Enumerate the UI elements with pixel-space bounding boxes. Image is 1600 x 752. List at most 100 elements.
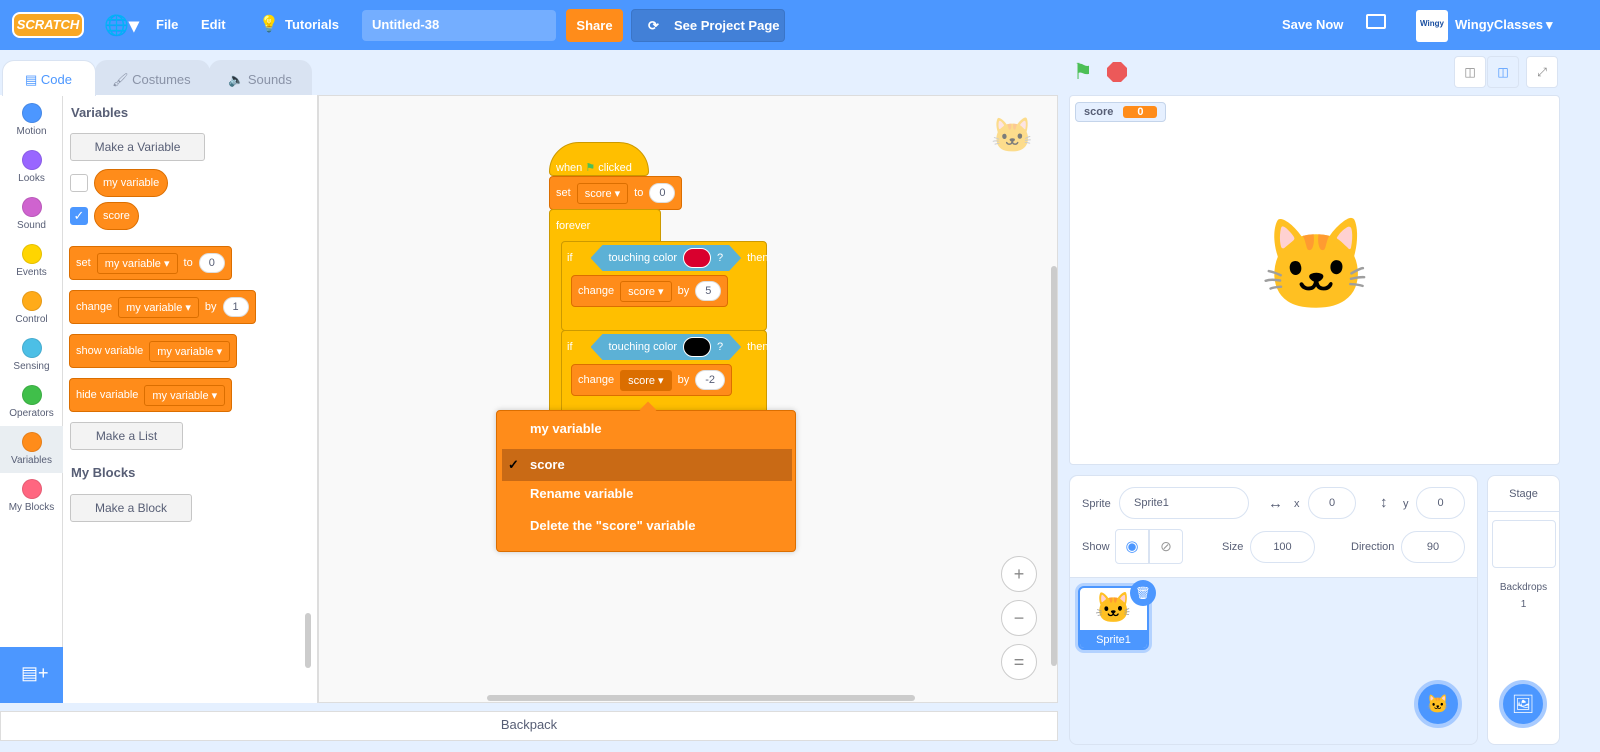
- backpack[interactable]: Backpack: [0, 711, 1058, 741]
- save-now-button[interactable]: Save Now: [1282, 17, 1343, 32]
- variable-dropdown[interactable]: score: [576, 182, 629, 204]
- edit-menu[interactable]: Edit: [201, 17, 226, 32]
- category-motion[interactable]: Motion: [0, 97, 63, 144]
- variable-dropdown[interactable]: my variable: [144, 384, 226, 406]
- category-dot: [21, 432, 42, 452]
- set-score-block[interactable]: set scoreto 0: [549, 176, 683, 210]
- y-input[interactable]: 0: [1416, 487, 1465, 519]
- variable-dropdown[interactable]: my variable: [96, 252, 178, 274]
- make-block-button[interactable]: Make a Block: [70, 494, 192, 522]
- script-area[interactable]: 🐱 when ⚑ clicked setscoreto0 forever if …: [318, 95, 1058, 703]
- value-input[interactable]: 5: [695, 281, 722, 301]
- tab-label: Sounds: [247, 72, 292, 87]
- horizontal-scrollbar[interactable]: [487, 695, 915, 701]
- normal-stage-button[interactable]: ◫: [1487, 56, 1519, 88]
- code-icon: ▤: [25, 72, 38, 87]
- menu-item-rename-variable[interactable]: Rename variable: [502, 478, 792, 510]
- stage[interactable]: score 0 🐱: [1069, 95, 1560, 465]
- color-swatch[interactable]: [683, 337, 711, 357]
- touching-color-block[interactable]: touching color?: [591, 245, 742, 271]
- touching-color-block[interactable]: touching color?: [591, 334, 742, 360]
- score-reporter[interactable]: score: [94, 202, 139, 230]
- stage-title: Stage: [1488, 476, 1559, 512]
- show-visible-eye-icon[interactable]: ◉: [1115, 529, 1149, 564]
- change-score-block[interactable]: change scoreby 5: [571, 275, 729, 307]
- hide-variable-block[interactable]: hide variable my variable: [69, 378, 233, 412]
- scratch-logo[interactable]: SCRATCH: [12, 12, 84, 38]
- variable-dropdown[interactable]: my variable: [118, 296, 199, 318]
- set-variable-block[interactable]: set my variable to 0: [69, 246, 232, 280]
- share-button[interactable]: Share: [566, 9, 623, 42]
- tab-code[interactable]: ▤ Code: [2, 60, 96, 96]
- block-palette: Variables Make a Variable my variable ✓ …: [63, 95, 318, 703]
- value-input[interactable]: -2: [695, 370, 725, 390]
- color-swatch[interactable]: [683, 248, 711, 268]
- fullscreen-button[interactable]: ⤢: [1526, 56, 1558, 88]
- chevron-down-icon[interactable]: ▾: [1546, 17, 1553, 33]
- category-sensing[interactable]: Sensing: [0, 332, 63, 379]
- stage-selector[interactable]: Stage Backdrops 1 🖼: [1487, 475, 1560, 745]
- category-events[interactable]: Events: [0, 238, 63, 285]
- value-input[interactable]: 0: [198, 253, 225, 273]
- value-input[interactable]: 0: [649, 183, 676, 203]
- zoom-out-button[interactable]: −: [1001, 600, 1037, 636]
- when-flag-clicked-block[interactable]: when ⚑ clicked: [549, 142, 649, 176]
- category-operators[interactable]: Operators: [0, 379, 63, 426]
- zoom-in-button[interactable]: +: [1001, 556, 1037, 592]
- change-score-block[interactable]: change scoreby -2: [571, 364, 732, 396]
- category-sound[interactable]: Sound: [0, 191, 63, 238]
- block-text: by: [204, 301, 217, 313]
- avatar[interactable]: Wingy: [1416, 10, 1448, 42]
- menu-bar: SCRATCH 🌐▾ File Edit 💡 Tutorials Untitle…: [0, 0, 1600, 50]
- block-text: to: [634, 187, 644, 199]
- add-extension-button[interactable]: ▤+: [0, 647, 63, 703]
- menu-item-delete-variable[interactable]: Delete the "score" variable: [502, 510, 792, 542]
- score-checkbox[interactable]: ✓: [70, 207, 88, 225]
- my-variable-checkbox[interactable]: [70, 174, 88, 192]
- project-title-input[interactable]: Untitled-38: [362, 10, 556, 41]
- file-menu[interactable]: File: [156, 17, 178, 32]
- my-variable-reporter[interactable]: my variable: [94, 169, 169, 197]
- make-list-button[interactable]: Make a List: [70, 422, 183, 450]
- delete-sprite-trash-icon[interactable]: 🗑: [1130, 580, 1156, 606]
- variable-dropdown[interactable]: my variable: [149, 340, 231, 362]
- variable-dropdown[interactable]: score: [620, 280, 672, 302]
- choose-sprite-cat-icon[interactable]: 🐱: [1414, 680, 1462, 728]
- if-header: if touching color? then: [567, 333, 769, 361]
- value-input[interactable]: 1: [222, 297, 249, 317]
- backdrops-label: Backdrops: [1499, 582, 1548, 593]
- stop-button[interactable]: [1107, 62, 1127, 82]
- category-control[interactable]: Control: [0, 285, 63, 332]
- change-variable-block[interactable]: change my variable by 1: [69, 290, 256, 324]
- username[interactable]: WingyClasses: [1455, 17, 1543, 32]
- see-project-page-button[interactable]: ⟳ See Project Page: [631, 9, 785, 42]
- vertical-scrollbar[interactable]: [1051, 266, 1057, 666]
- tab-costumes[interactable]: 🖌 Costumes: [95, 60, 210, 96]
- folder-icon[interactable]: [1366, 14, 1386, 29]
- small-stage-button[interactable]: ◫: [1454, 56, 1486, 88]
- tab-sounds[interactable]: 🔈 Sounds: [209, 60, 312, 96]
- category-variables[interactable]: Variables: [0, 426, 63, 473]
- variable-dropdown[interactable]: score: [620, 369, 672, 391]
- menu-item-score[interactable]: ✓ score: [502, 449, 792, 481]
- direction-input[interactable]: 90: [1401, 531, 1465, 563]
- x-input[interactable]: 0: [1308, 487, 1356, 519]
- category-looks[interactable]: Looks: [0, 144, 63, 191]
- category-label: Operators: [9, 408, 54, 419]
- block-text: then: [747, 341, 769, 353]
- palette-scrollbar[interactable]: [305, 613, 311, 668]
- hide-eye-slash-icon[interactable]: ⊘: [1149, 529, 1183, 564]
- add-extension-icon: ▤+: [21, 663, 49, 683]
- menu-item-my-variable[interactable]: my variable: [502, 413, 792, 445]
- sprite-name-input[interactable]: Sprite1: [1119, 487, 1249, 519]
- make-variable-button[interactable]: Make a Variable: [70, 133, 205, 161]
- cat-sprite[interactable]: 🐱: [1260, 221, 1372, 311]
- globe-icon[interactable]: 🌐▾: [104, 13, 139, 38]
- green-flag-button[interactable]: ⚑: [1073, 59, 1093, 85]
- choose-backdrop-image-icon[interactable]: 🖼: [1499, 680, 1547, 728]
- zoom-reset-button[interactable]: =: [1001, 644, 1037, 680]
- tutorials-button[interactable]: Tutorials: [285, 17, 339, 32]
- size-input[interactable]: 100: [1250, 531, 1315, 563]
- show-variable-block[interactable]: show variable my variable: [69, 334, 238, 368]
- category-my-blocks[interactable]: My Blocks: [0, 473, 63, 520]
